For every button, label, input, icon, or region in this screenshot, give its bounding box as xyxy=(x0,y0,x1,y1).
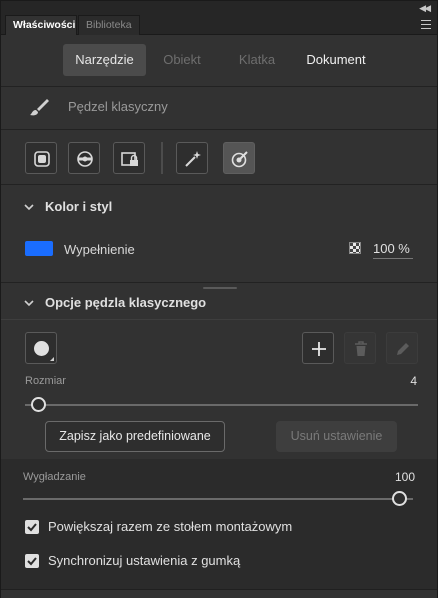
size-label: Rozmiar xyxy=(25,375,66,387)
size-value[interactable]: 4 xyxy=(387,374,417,388)
divider xyxy=(1,86,437,87)
lock-fill-icon xyxy=(121,152,138,166)
edit-preset-button xyxy=(386,332,418,364)
segment-tool[interactable]: Narzędzie xyxy=(63,44,146,76)
dropdown-corner-icon xyxy=(50,357,54,361)
magic-pressure-icon xyxy=(185,151,201,167)
magic-pressure-button[interactable] xyxy=(176,142,208,174)
toolbar-separator xyxy=(161,142,163,174)
smoothing-value[interactable]: 100 xyxy=(381,470,415,484)
divider xyxy=(1,319,437,320)
zoom-with-stage-label[interactable]: Powiększaj razem ze stołem montażowym xyxy=(48,519,292,534)
save-preset-button[interactable]: Zapisz jako predefiniowane xyxy=(45,421,225,452)
target-brush-icon xyxy=(231,151,248,168)
divider xyxy=(1,129,437,130)
divider xyxy=(1,282,437,283)
tab-library[interactable]: Biblioteka xyxy=(78,15,140,35)
brush-shape-button[interactable] xyxy=(25,332,57,364)
segment-document[interactable]: Dokument xyxy=(297,44,375,76)
orbit-rotate-button[interactable] xyxy=(68,142,100,174)
size-slider-handle[interactable] xyxy=(31,397,46,412)
segment-object: Obiekt xyxy=(163,52,201,67)
target-brush-button[interactable] xyxy=(223,142,255,174)
checkmark-icon xyxy=(27,557,37,566)
section-brush-options-title[interactable]: Opcje pędzla klasycznego xyxy=(23,295,206,310)
tab-properties[interactable]: Właściwości xyxy=(5,15,77,35)
trash-icon xyxy=(355,341,367,356)
fill-label: Wypełnienie xyxy=(64,242,135,257)
smoothing-slider-track[interactable] xyxy=(23,498,413,500)
collapse-panel-icon[interactable]: ◀◀ xyxy=(419,3,431,14)
delete-setting-button: Usuń ustawienie xyxy=(276,421,397,452)
draw-inside-icon xyxy=(34,151,50,167)
delete-preset-button xyxy=(344,332,376,364)
brush-shape-circle-icon xyxy=(34,341,49,356)
draw-inside-button[interactable] xyxy=(25,142,57,174)
tool-name: Pędzel klasyczny xyxy=(68,99,168,114)
section-resize-handle[interactable] xyxy=(203,287,237,289)
fill-color-swatch[interactable] xyxy=(25,241,53,256)
smoothing-label: Wygładzanie xyxy=(23,471,86,483)
lock-fill-button[interactable] xyxy=(113,142,145,174)
segment-frame: Klatka xyxy=(238,52,276,67)
pencil-icon xyxy=(397,343,409,355)
brush-icon xyxy=(30,99,49,116)
sync-eraser-label[interactable]: Synchronizuj ustawienia z gumką xyxy=(48,553,240,568)
sync-eraser-checkbox[interactable] xyxy=(25,554,39,568)
divider xyxy=(1,184,437,185)
panel-bottom-border xyxy=(1,589,437,598)
zoom-with-stage-checkbox[interactable] xyxy=(25,520,39,534)
panel-top-strip: ◀◀ xyxy=(1,1,437,15)
smoothing-slider-handle[interactable] xyxy=(392,491,407,506)
section-color-style-title[interactable]: Kolor i styl xyxy=(23,199,112,214)
plus-icon xyxy=(312,342,326,356)
opacity-field[interactable]: 100 % xyxy=(373,241,413,259)
orbit-rotate-icon xyxy=(77,151,93,167)
panel-menu-icon[interactable] xyxy=(421,20,431,29)
checkmark-icon xyxy=(27,523,37,532)
properties-panel: ◀◀ Właściwości Biblioteka Narzędzie Obie… xyxy=(0,0,438,598)
opacity-checker-icon xyxy=(349,242,361,254)
tab-bar: Właściwości Biblioteka xyxy=(1,15,437,35)
add-preset-button[interactable] xyxy=(302,332,334,364)
size-slider-track[interactable] xyxy=(25,404,418,406)
